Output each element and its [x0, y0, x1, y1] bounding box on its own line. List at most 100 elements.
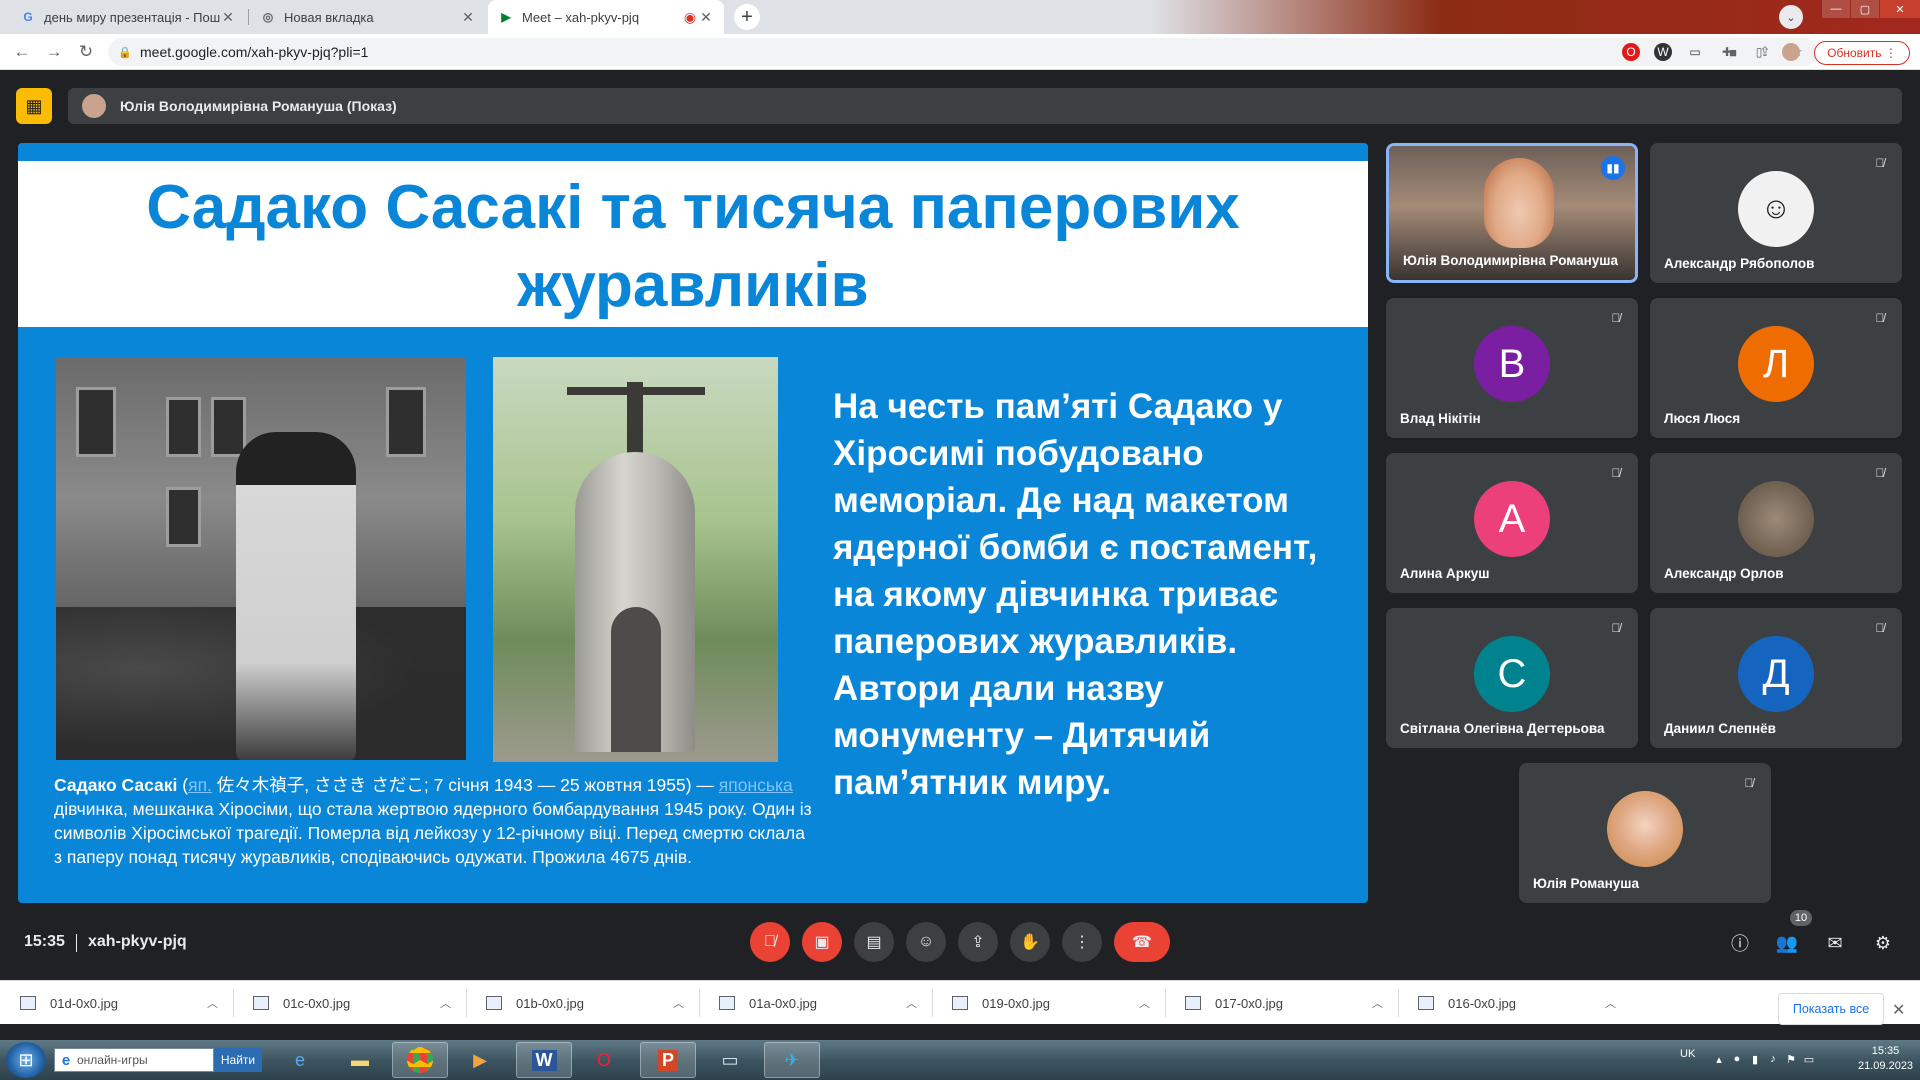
search-button[interactable]: Найти	[214, 1048, 262, 1072]
presentation-icon[interactable]: ▦	[16, 88, 52, 124]
chevron-up-icon[interactable]: ︿	[207, 995, 218, 1011]
lock-icon[interactable]: 🔒	[118, 46, 132, 59]
divider	[233, 989, 234, 1017]
caption-name: Садако Сасакі	[54, 775, 178, 795]
word-icon[interactable]: W	[516, 1042, 572, 1078]
tab-new[interactable]: ◎ Новая вкладка ✕	[250, 0, 486, 34]
download-filename: 01d-0x0.jpg	[50, 995, 118, 1011]
mic-off-icon: 🎙̸	[1875, 311, 1885, 325]
close-icon[interactable]: ✕	[220, 9, 236, 26]
chevron-up-icon[interactable]: ︿	[1139, 995, 1150, 1011]
captions-button[interactable]: ▤	[854, 922, 894, 962]
mic-off-icon: 🎙̸	[1611, 466, 1621, 480]
emoji-button[interactable]: ☺	[906, 922, 946, 962]
puzzle-icon[interactable]: ✚	[1718, 43, 1736, 61]
new-tab-button[interactable]: +	[734, 4, 760, 30]
show-all-downloads-button[interactable]: Показать все	[1778, 993, 1884, 1025]
participant-tile[interactable]: 🎙̸ Л Люся Люся	[1650, 298, 1902, 438]
meeting-info-button[interactable]: ⓘ	[1727, 930, 1753, 956]
participant-tile[interactable]: 🎙̸ Д Даниил Слепнёв	[1650, 608, 1902, 748]
media-player-icon[interactable]: ▶	[452, 1042, 508, 1078]
download-item[interactable]: 01c-0x0.jpg ︿	[253, 981, 451, 1025]
slide-title-box: Садако Сасакі та тисяча паперових журавл…	[18, 161, 1368, 327]
participant-tile[interactable]: 🎙̸ В Влад Нікітін	[1386, 298, 1638, 438]
present-button[interactable]: ⇪	[958, 922, 998, 962]
opera-icon[interactable]: O	[1622, 43, 1640, 61]
divider	[932, 989, 933, 1017]
volume-icon[interactable]: ♪	[1766, 1052, 1780, 1066]
chevron-up-icon[interactable]: ︿	[673, 995, 684, 1011]
close-icon[interactable]: ✕	[698, 9, 714, 26]
minimize-icon[interactable]: —	[1822, 0, 1850, 18]
download-item[interactable]: 01d-0x0.jpg ︿	[20, 981, 218, 1025]
more-options-button[interactable]: ⋮	[1062, 922, 1102, 962]
raise-hand-button[interactable]: ✋	[1010, 922, 1050, 962]
download-item[interactable]: 017-0x0.jpg ︿	[1185, 981, 1383, 1025]
internet-explorer-icon[interactable]: e	[272, 1042, 328, 1078]
participant-tile[interactable]: 🎙̸ ☺ Александр Рябополов	[1650, 143, 1902, 283]
tab-search-chevron-icon[interactable]: ⌄	[1779, 5, 1803, 29]
flag-icon[interactable]: ⚑	[1784, 1052, 1798, 1066]
battery-icon[interactable]: ▭	[1802, 1052, 1816, 1066]
caption-link-jp[interactable]: яп.	[188, 775, 212, 795]
participant-tile[interactable]: 🎙̸ А Алина Аркуш	[1386, 453, 1638, 593]
tray-expand-icon[interactable]: ▴	[1712, 1052, 1726, 1066]
chevron-up-icon[interactable]: ︿	[1605, 995, 1616, 1011]
close-icon[interactable]: ✕	[1892, 1000, 1905, 1020]
participant-name: Світлана Олегівна Дегтерьова	[1400, 721, 1605, 736]
download-item[interactable]: 016-0x0.jpg ︿	[1418, 981, 1616, 1025]
network-icon[interactable]: ▮	[1748, 1052, 1762, 1066]
powerpoint-icon[interactable]: P	[640, 1042, 696, 1078]
tab-search[interactable]: G день миру презентація - Пошук ✕	[10, 0, 246, 34]
caption-link-japanese[interactable]: японська	[719, 775, 793, 795]
participant-name: Алина Аркуш	[1400, 566, 1490, 581]
sidepanel-icon[interactable]: ▯	[1750, 43, 1768, 61]
close-icon[interactable]: ✕	[460, 9, 476, 26]
window-close-icon[interactable]: ✕	[1880, 0, 1920, 18]
telegram-icon[interactable]: ✈	[764, 1042, 820, 1078]
chevron-up-icon[interactable]: ︿	[906, 995, 917, 1011]
camera-toggle-button[interactable]: ▣	[802, 922, 842, 962]
glasses-icon[interactable]: ▭	[1686, 43, 1704, 61]
back-arrow-icon[interactable]: ←	[12, 42, 32, 62]
activities-button[interactable]: ⚙	[1870, 930, 1896, 956]
windows-start-button[interactable]: ⊞	[6, 1042, 46, 1078]
tray-app-icon[interactable]: ●	[1730, 1052, 1744, 1066]
chrome-taskbar-icon[interactable]	[392, 1042, 448, 1078]
chevron-up-icon[interactable]: ︿	[440, 995, 451, 1011]
download-item[interactable]: 019-0x0.jpg ︿	[952, 981, 1150, 1025]
download-item[interactable]: 01b-0x0.jpg ︿	[486, 981, 684, 1025]
profile-avatar[interactable]	[1782, 43, 1800, 61]
taskbar-search-input[interactable]: e онлайн-игры	[54, 1048, 214, 1072]
people-count-badge: 10	[1790, 910, 1812, 926]
participant-tile[interactable]: ▮▮ Юлія Володимирівна Романуша	[1386, 143, 1638, 283]
tab-title: Meet – xah-pkyv-pjq	[522, 9, 640, 25]
participant-tile[interactable]: 🎙̸ Александр Орлов	[1650, 453, 1902, 593]
presenter-avatar	[82, 94, 106, 118]
opera-taskbar-icon[interactable]: O	[576, 1042, 632, 1078]
chat-icon: ✉	[1827, 932, 1843, 953]
leave-call-button[interactable]: ☎	[1114, 922, 1170, 962]
update-button[interactable]: Обновить ⋮	[1814, 41, 1910, 65]
chat-button[interactable]: ✉	[1822, 930, 1848, 956]
participant-name: Юлія Романуша	[1533, 876, 1640, 891]
taskbar-clock[interactable]: 15:35 21.09.2023	[1858, 1044, 1913, 1074]
maximize-icon[interactable]: ▢	[1851, 0, 1879, 18]
participant-tile[interactable]: 🎙̸ Юлія Романуша	[1519, 763, 1771, 903]
participant-tile[interactable]: 🎙̸ С Світлана Олегівна Дегтерьова	[1386, 608, 1638, 748]
language-indicator[interactable]: UK	[1680, 1048, 1695, 1060]
participant-name: Александр Орлов	[1664, 566, 1784, 581]
address-bar[interactable]: 🔒 meet.google.com/xah-pkyv-pjq?pli=1 ■ ⇪…	[108, 38, 1818, 66]
tab-meet[interactable]: ▶ Meet – xah-pkyv-pjq ◉ ✕	[488, 0, 724, 34]
file-explorer-icon[interactable]: ▬	[332, 1042, 388, 1078]
download-item[interactable]: 01a-0x0.jpg ︿	[719, 981, 917, 1025]
forward-arrow-icon[interactable]: →	[44, 42, 64, 62]
reload-icon[interactable]: ↻	[76, 42, 96, 62]
photo-viewer-icon[interactable]: ▭	[702, 1042, 758, 1078]
participant-avatar: Л	[1738, 326, 1814, 402]
mic-toggle-button[interactable]: 🎙̸	[750, 922, 790, 962]
chevron-up-icon[interactable]: ︿	[1372, 995, 1383, 1011]
people-button[interactable]: 👥	[1774, 930, 1800, 956]
building-window	[166, 397, 201, 457]
extension-w-icon[interactable]: W	[1654, 43, 1672, 61]
